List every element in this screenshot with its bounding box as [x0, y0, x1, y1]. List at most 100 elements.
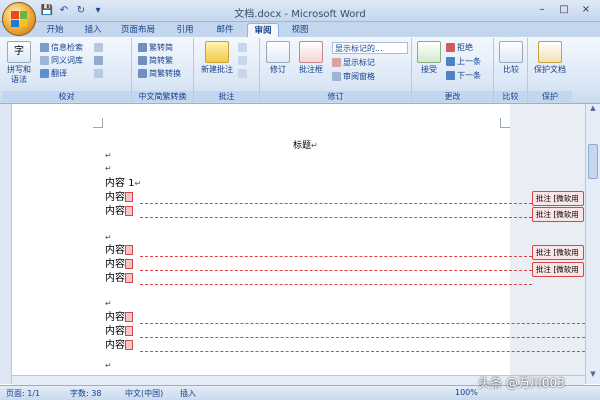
page-indicator[interactable]: 页面: 1/1 [6, 388, 40, 399]
document-title-text: 标题 [293, 141, 312, 151]
scroll-down-icon[interactable]: ▼ [586, 370, 600, 382]
display-for-review-select[interactable]: 显示标记的... [332, 42, 408, 54]
comment-marker[interactable] [125, 273, 133, 283]
delete-comment-button[interactable] [238, 42, 249, 54]
tab-references[interactable]: 引用 [172, 23, 198, 37]
translate-tip-button[interactable] [94, 68, 105, 80]
accept-button[interactable]: 接受 [415, 41, 443, 75]
content-line[interactable]: 内容 [105, 245, 133, 257]
previous-comment-button[interactable] [238, 55, 249, 67]
paragraph-mark-line[interactable]: ↵ [105, 360, 112, 372]
balloons-label: 批注框 [299, 65, 323, 74]
previous-comment-icon [238, 56, 247, 65]
content-line[interactable]: 内容 [105, 192, 133, 204]
track-changes-icon [266, 41, 290, 63]
comment-marker[interactable] [125, 206, 133, 216]
vertical-scrollbar[interactable]: ▲ ▼ [585, 104, 600, 384]
show-markup-label: 显示标记 [343, 58, 375, 67]
minimize-button[interactable]: – [532, 3, 552, 18]
margin-corner-left [93, 118, 103, 128]
comment-marker[interactable] [125, 326, 133, 336]
maximize-button[interactable]: □ [554, 3, 574, 18]
set-language-button[interactable] [94, 42, 105, 54]
content-line[interactable]: 内容 [105, 259, 133, 271]
reject-button[interactable]: 拒绝 [446, 42, 473, 54]
group-comments: 新建批注 批注 [194, 38, 260, 102]
new-comment-button[interactable]: 新建批注 [198, 41, 236, 75]
content-line[interactable]: 内容 [105, 273, 133, 285]
comment-connector [140, 284, 532, 285]
insert-mode-indicator[interactable]: 插入 [180, 388, 196, 399]
accept-icon [417, 41, 441, 63]
comment-marker[interactable] [125, 259, 133, 269]
tab-insert[interactable]: 插入 [80, 23, 106, 37]
previous-change-label: 上一条 [457, 57, 481, 66]
group-proofing: 字 拼写和语法 信息检索 同义词库 翻译 校对 [2, 38, 132, 102]
scroll-up-icon[interactable]: ▲ [586, 104, 600, 116]
word-count-button[interactable] [94, 55, 105, 67]
group-compare: 比较 比较 [494, 38, 528, 102]
comment-text: 批注 [微软用 [536, 265, 579, 274]
scroll-thumb[interactable] [588, 144, 598, 179]
research-button[interactable]: 信息检索 [40, 42, 83, 54]
content-line[interactable]: 内容 1↵ [105, 178, 141, 190]
comment-connector [140, 203, 532, 204]
paragraph-mark-line[interactable]: ↵ [105, 163, 112, 175]
next-comment-button[interactable] [238, 68, 249, 80]
close-button[interactable]: × [576, 3, 596, 18]
content-line[interactable]: 内容 [105, 326, 133, 338]
translate-button[interactable]: 翻译 [40, 68, 67, 80]
content-text: 内容 1 [105, 178, 135, 189]
to-simplified-button[interactable]: 繁转简 [138, 42, 173, 54]
balloons-button[interactable]: 批注框 [294, 41, 328, 75]
document-title[interactable]: 标题↵ [293, 138, 318, 151]
spelling-button[interactable]: 字 拼写和语法 [4, 41, 34, 85]
comment-balloon[interactable]: 批注 [微软用 [532, 191, 584, 206]
tab-mailings[interactable]: 邮件 [212, 23, 238, 37]
tab-review[interactable]: 审阅 [247, 23, 279, 37]
paragraph-mark-line[interactable]: ↵ [105, 298, 112, 310]
comment-connector [140, 337, 585, 338]
zoom-level[interactable]: 100% [455, 388, 478, 397]
comment-marker[interactable] [125, 192, 133, 202]
comment-balloon[interactable]: 批注 [微软用 [532, 262, 584, 277]
content-line[interactable]: 内容 [105, 206, 133, 218]
to-traditional-button[interactable]: 简转繁 [138, 55, 173, 67]
comment-connector [140, 351, 585, 352]
content-line[interactable]: 内容 [105, 340, 133, 352]
group-label: 批注 [194, 91, 259, 102]
abc-check-icon: 字 [7, 41, 31, 63]
comment-marker[interactable] [125, 340, 133, 350]
word-count[interactable]: 字数: 38 [70, 388, 101, 399]
to-traditional-label: 简转繁 [149, 56, 173, 65]
compare-button[interactable]: 比较 [497, 41, 525, 75]
show-markup-button[interactable]: 显示标记 [332, 57, 375, 69]
to-simplified-label: 繁转简 [149, 43, 173, 52]
tab-view[interactable]: 视图 [287, 23, 313, 37]
paragraph-mark-line[interactable]: ↵ [105, 232, 112, 244]
previous-change-icon [446, 57, 455, 66]
compare-icon [499, 41, 523, 63]
tab-page-layout[interactable]: 页面布局 [118, 23, 158, 37]
content-text: 内容 [105, 245, 125, 256]
content-line[interactable]: 内容 [105, 312, 133, 324]
comment-balloon[interactable]: 批注 [微软用 [532, 207, 584, 222]
paragraph-mark-line[interactable]: ↵ [105, 150, 112, 162]
next-change-button[interactable]: 下一条 [446, 70, 481, 82]
language-indicator[interactable]: 中文(中国) [125, 388, 163, 399]
paragraph-mark-icon: ↵ [134, 179, 142, 188]
reviewing-pane-button[interactable]: 审阅窗格 [332, 71, 375, 83]
convert-button[interactable]: 简繁转换 [138, 68, 181, 80]
group-chinese-conversion: 繁转简 简转繁 简繁转换 中文简繁转换 [132, 38, 194, 102]
comment-marker[interactable] [125, 245, 133, 255]
previous-change-button[interactable]: 上一条 [446, 56, 481, 68]
tab-home[interactable]: 开始 [42, 23, 68, 37]
track-changes-button[interactable]: 修订 [264, 41, 292, 75]
reviewing-pane-icon [332, 72, 341, 81]
thesaurus-button[interactable]: 同义词库 [40, 55, 83, 67]
research-label: 信息检索 [51, 43, 83, 52]
office-button[interactable] [2, 2, 36, 36]
comment-marker[interactable] [125, 312, 133, 322]
comment-balloon[interactable]: 批注 [微软用 [532, 245, 584, 260]
protect-document-button[interactable]: 保护文档 [530, 41, 570, 75]
